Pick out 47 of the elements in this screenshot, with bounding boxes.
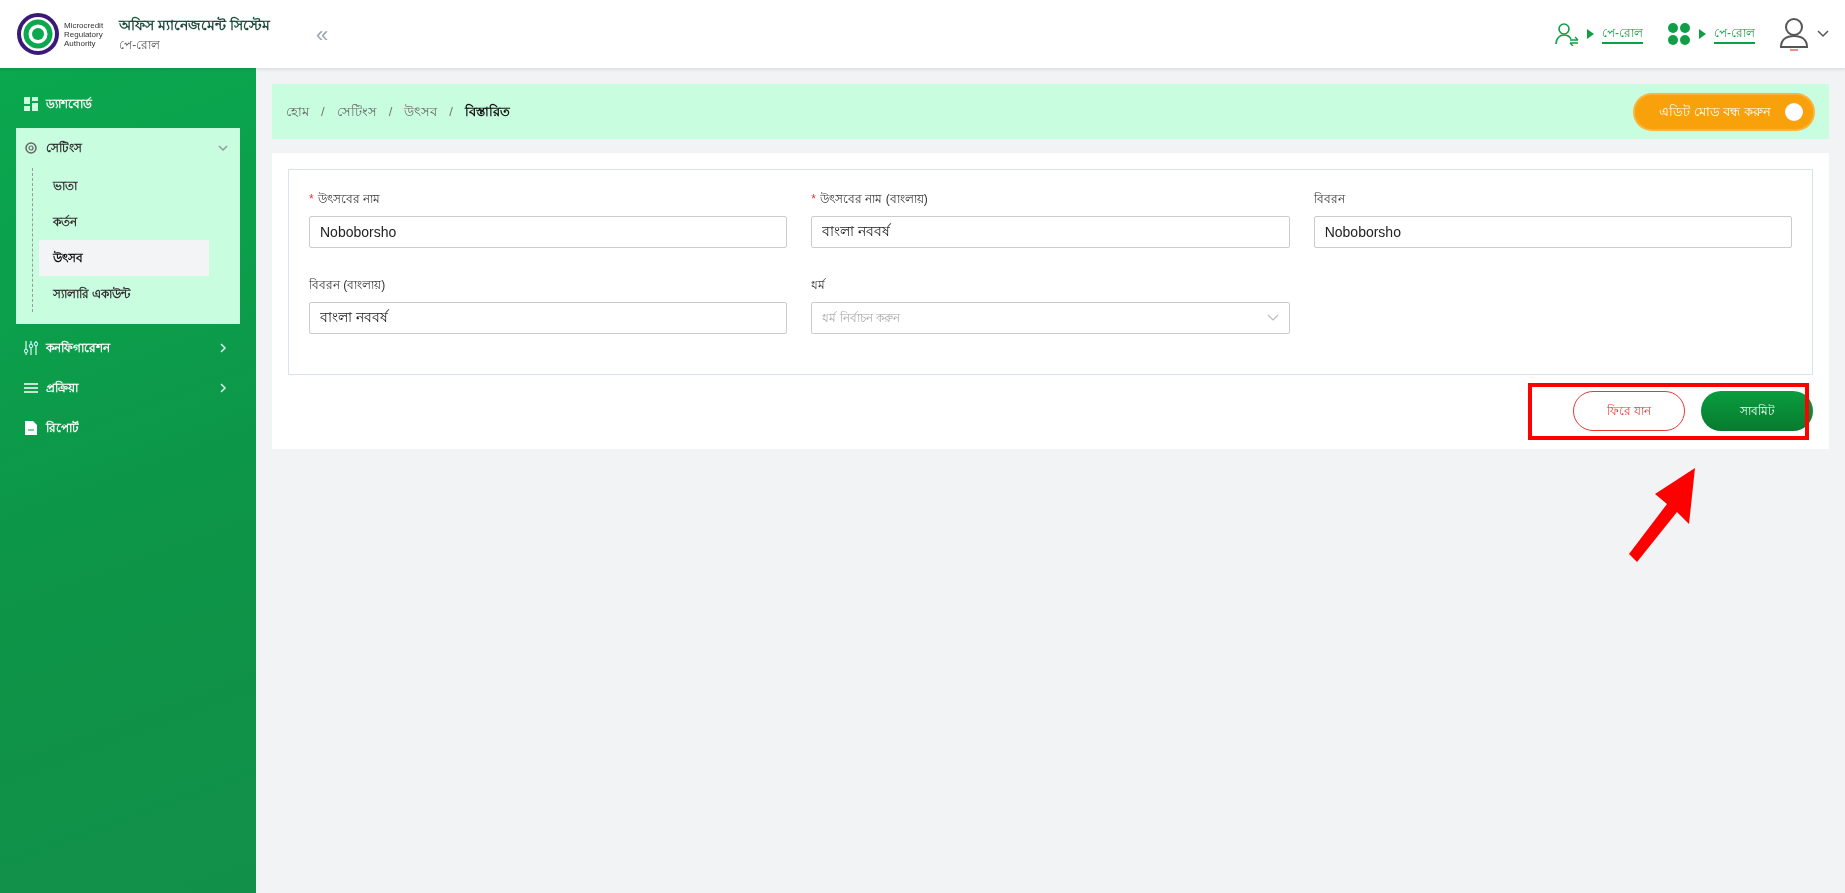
sidebar-item[interactable]: প্রক্রিয়া — [0, 368, 256, 408]
avatar-icon[interactable] — [1779, 17, 1809, 51]
submenu-item[interactable]: ভাতা — [39, 168, 209, 204]
module-link[interactable]: পে-রোল — [1602, 24, 1643, 44]
gear-icon — [24, 141, 38, 155]
logo-icon — [16, 12, 60, 56]
apps-icon[interactable] — [1667, 22, 1691, 46]
breadcrumb-item: বিস্তারিত — [464, 102, 510, 121]
sidebar-item[interactable]: সেটিংস — [16, 128, 240, 168]
breadcrumb-item[interactable]: সেটিংস — [336, 101, 377, 122]
breadcrumb-separator: / — [449, 102, 453, 121]
field-label: ধর্ম — [811, 277, 827, 294]
module-link[interactable]: পে-রোল — [1714, 24, 1755, 44]
logo-text: Authority — [64, 38, 96, 48]
user-switch-icon[interactable] — [1555, 22, 1579, 46]
chevron-icon[interactable] — [1817, 30, 1829, 38]
field-label: * উৎসবের নাম — [309, 191, 381, 208]
document-icon — [24, 421, 38, 435]
back-button[interactable]: ফিরে যান — [1573, 391, 1685, 431]
input-field[interactable]: বাংলা নববর্ষ — [811, 216, 1290, 248]
sidebar-item[interactable]: কনফিগারেশন — [0, 328, 256, 368]
input-field[interactable]: Noboborsho — [309, 216, 788, 248]
field-label: * উৎসবের নাম (বাংলায়) — [811, 191, 929, 208]
breadcrumb-separator: / — [388, 102, 393, 121]
grid-icon — [24, 97, 38, 111]
logo-text: Microcredit — [64, 20, 104, 30]
app-subtitle: পে-রোল — [119, 36, 162, 54]
breadcrumb-separator: / — [321, 102, 325, 121]
sliders-icon — [24, 341, 38, 355]
submenu-item[interactable]: কর্তন — [39, 204, 209, 240]
input-field[interactable]: বাংলা নববর্ষ — [309, 302, 788, 334]
field-label: বিবরন (বাংলায়) — [309, 277, 387, 294]
breadcrumb-item[interactable]: উৎসব — [404, 101, 438, 122]
submit-button[interactable]: সাবমিট — [1701, 391, 1813, 431]
submenu-item[interactable]: স্যালারি একাউন্ট — [39, 276, 209, 312]
submenu-item[interactable]: উৎসব — [39, 240, 209, 276]
list-icon — [24, 381, 38, 395]
field-label: বিবরন — [1313, 191, 1347, 208]
breadcrumb-item[interactable]: হোম — [286, 101, 309, 122]
sidebar-item[interactable]: ড্যাশবোর্ড — [0, 84, 256, 124]
triangle-icon — [1587, 29, 1594, 39]
triangle-icon — [1699, 29, 1706, 39]
logo-text: Regulatory — [64, 29, 104, 39]
app-title: অফিস ম্যানেজমেন্ট সিস্টেম — [119, 15, 270, 35]
chevron-icon — [1266, 314, 1279, 322]
input-field[interactable]: Noboborsho — [1313, 216, 1792, 248]
sidebar-item[interactable]: রিপোর্ট — [0, 408, 256, 448]
